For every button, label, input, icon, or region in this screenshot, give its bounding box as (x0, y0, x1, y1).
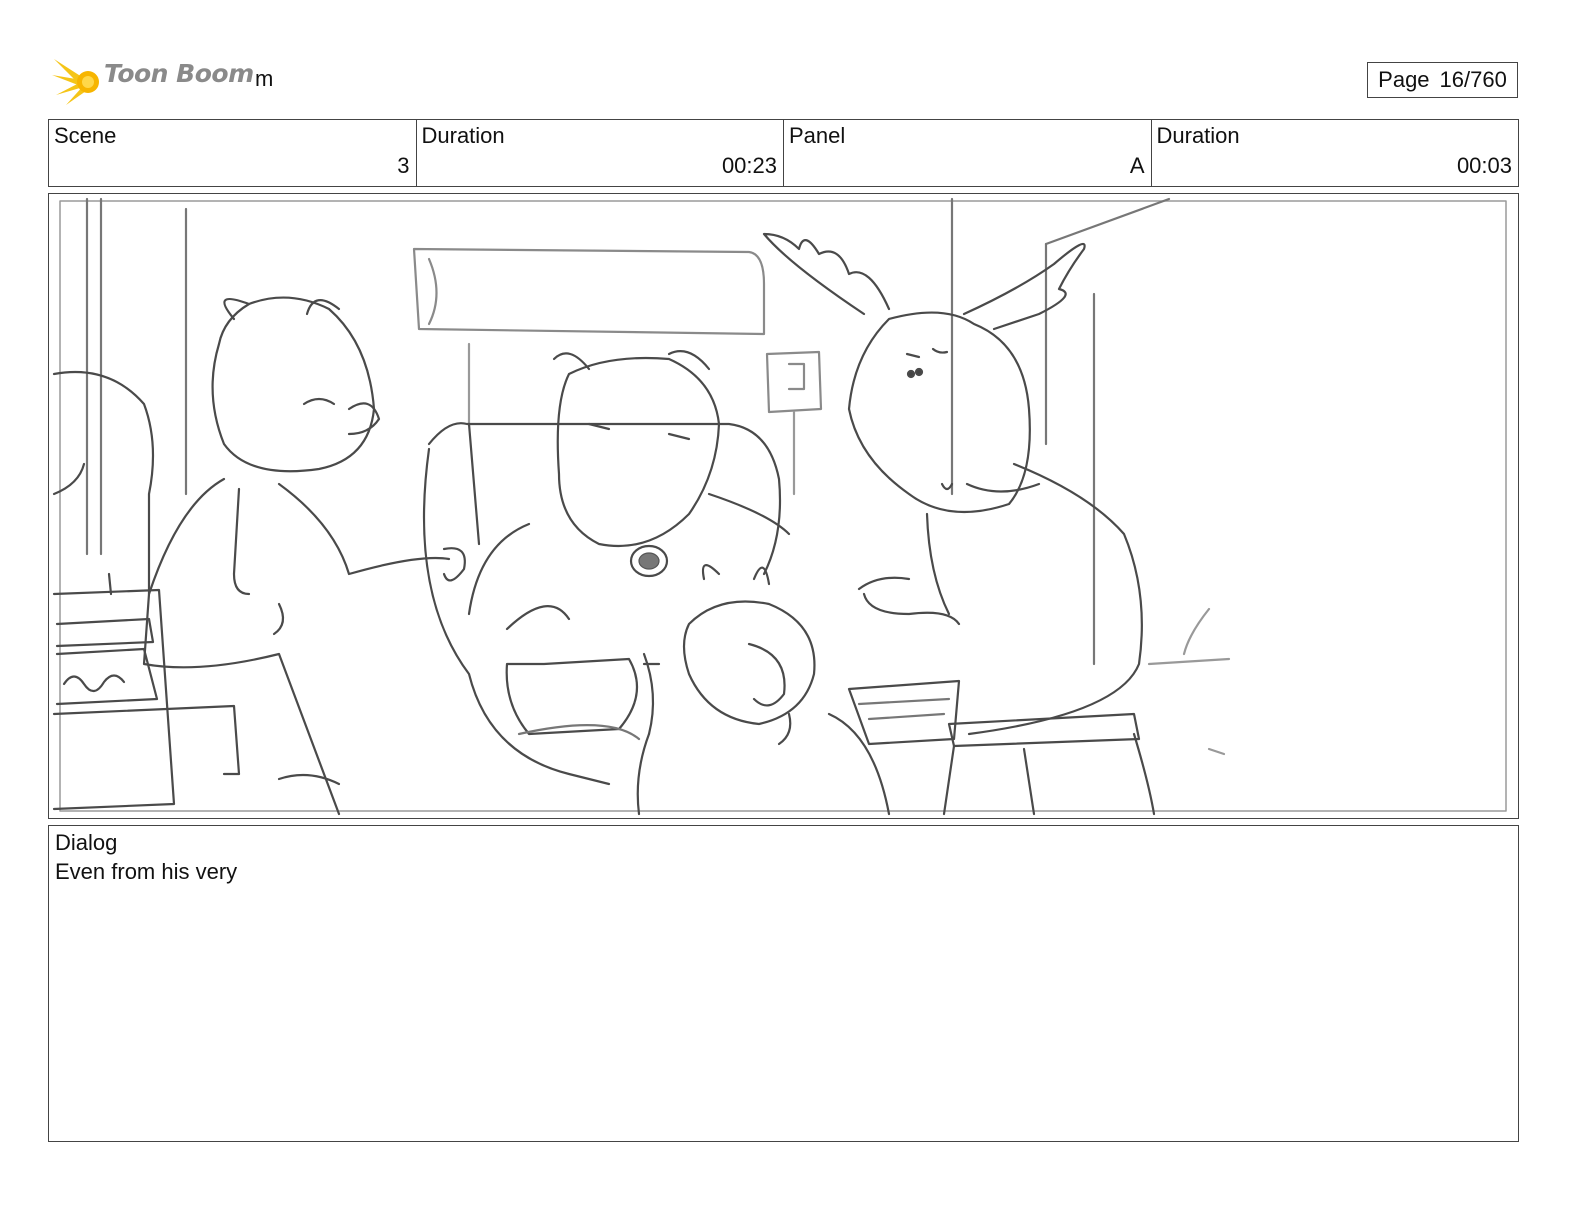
panel-duration-cell: Duration 00:03 (1152, 120, 1519, 186)
storyboard-panel (48, 193, 1519, 819)
page-indicator: Page 16/760 (1367, 62, 1518, 98)
scene-cell: Scene 3 (49, 120, 417, 186)
dialog-label: Dialog (55, 830, 118, 855)
project-name: m (255, 66, 274, 91)
panel-duration-label: Duration (1156, 123, 1240, 148)
panel-info-table: Scene 3 Duration 00:23 Panel A Duration … (48, 119, 1519, 187)
scene-label: Scene (54, 123, 117, 148)
panel-label: Panel (789, 123, 846, 148)
page-number: 16/760 (1439, 67, 1507, 92)
panel-duration-value: 00:03 (1456, 153, 1512, 178)
logo-text: Toon Boom (104, 59, 254, 88)
dialog-box: Dialog Even from his very (48, 825, 1519, 1142)
toon-boom-logo: Toon Boom (52, 55, 254, 107)
panel-sketch-image (52, 197, 1507, 816)
panel-value: A (1129, 153, 1145, 178)
star-burst-icon (52, 59, 99, 105)
scene-duration-label: Duration (421, 123, 505, 148)
scene-duration-value: 00:23 (721, 153, 777, 178)
scene-duration-cell: Duration 00:23 (417, 120, 784, 186)
page-label: Page (1378, 67, 1430, 92)
dialog-text: Even from his very (55, 859, 238, 884)
scene-value: 3 (397, 153, 410, 178)
panel-cell: Panel A (784, 120, 1152, 186)
